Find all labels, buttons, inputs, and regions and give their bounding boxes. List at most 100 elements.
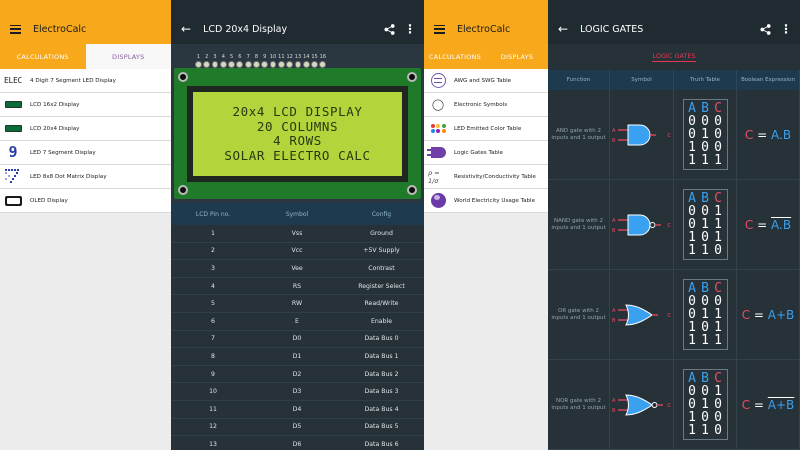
pin-number: 7: [211, 335, 215, 343]
list-item-label: LED 8x8 Dot Matrix Display: [30, 173, 107, 180]
menu-icon[interactable]: [434, 24, 445, 34]
bool-equals: =: [757, 217, 768, 232]
gate-row: NAND gate with 2 inputs and 1 output A B C A…: [548, 180, 800, 270]
pin-number: 1: [211, 229, 215, 237]
back-arrow-icon[interactable]: ←: [181, 22, 191, 36]
oled-icon: [4, 195, 22, 206]
pin-number: 3: [211, 264, 215, 272]
bool-output: C: [744, 127, 754, 142]
pin-symbol: D1: [292, 352, 302, 360]
list-item-led-color[interactable]: LED Emitted Color Table: [424, 117, 548, 141]
boolean-expression: C = A+B: [742, 308, 795, 322]
col-pin-no: LCD Pin no.: [195, 210, 231, 218]
input-a-label: A: [612, 218, 616, 224]
pin-config: Data Bus 4: [364, 405, 399, 413]
table-row: 10 D3 Data Bus 3: [171, 383, 424, 401]
bool-output: C: [741, 397, 751, 412]
pin-hole: [195, 61, 202, 68]
input-b-label: B: [612, 318, 616, 324]
pin-symbol: D0: [292, 335, 302, 343]
list-item-dot-matrix[interactable]: LED 8x8 Dot Matrix Display: [0, 165, 171, 189]
pin-label: 4: [221, 54, 225, 60]
bool-output: C: [741, 307, 751, 322]
pin-hole: [219, 61, 227, 68]
tab-calculations[interactable]: CALCULATIONS: [0, 44, 86, 69]
mount-hole: [407, 185, 417, 195]
pin-hole: [236, 61, 244, 68]
bool-expr: A.B: [771, 217, 792, 232]
status-bar: [424, 0, 548, 14]
list-item-label: Resistivity/Conductivity Table: [454, 173, 536, 180]
tab-displays[interactable]: DISPLAYS: [85, 44, 171, 69]
resistivity-icon: ρ = 1/σ: [428, 168, 440, 185]
table-row: 9 D2 Data Bus 2: [171, 366, 424, 384]
list-item-lcd20x4[interactable]: LCD 20x4 Display: [0, 117, 171, 141]
output-c-label: C: [667, 133, 672, 139]
input-a-label: A: [612, 308, 616, 314]
share-icon[interactable]: [384, 23, 395, 35]
truth-table: ABC000010100111: [682, 99, 728, 170]
list-item-4digit[interactable]: ELEC 4 Digit 7 Segment LED Display: [0, 69, 171, 93]
truth-table: ABC000011101111: [682, 279, 728, 350]
list-item-logic-gates[interactable]: Logic Gates Table: [424, 141, 548, 165]
bool-equals: =: [753, 397, 764, 412]
pin-label: 2: [205, 54, 209, 60]
list-item-oled[interactable]: OLED Display: [0, 189, 171, 213]
share-icon[interactable]: [760, 23, 771, 35]
pin-number: 5: [211, 300, 215, 308]
tab-calculations[interactable]: CALCULATIONS: [424, 44, 486, 69]
list-item-label: World Electricity Usage Table: [454, 197, 536, 204]
pin-table: 1 Vss Ground 2 Vcc +5V Supply 3 Vee Contrast 4 RS R…: [171, 225, 424, 450]
pin-config: Register Select: [358, 282, 405, 290]
globe-icon: [430, 193, 446, 208]
gate-row: AND gate with 2 inputs and 1 output A B C A B…: [548, 90, 800, 180]
tab-bar: CALCULATIONS DISPLAYS: [424, 44, 548, 69]
output-c-label: C: [667, 223, 672, 229]
pin-symbol: D5: [292, 423, 302, 431]
pin-symbol: RS: [292, 282, 302, 290]
tab-displays[interactable]: DISPLAYS: [486, 44, 548, 69]
pin-hole: [203, 61, 211, 68]
pin-hole: [277, 61, 285, 68]
pin-label: 5: [229, 54, 234, 60]
screen-title: LCD 20x4 Display: [203, 23, 288, 35]
truth-cell: 1: [701, 423, 709, 438]
pin-hole: [211, 61, 219, 68]
list-item-lcd16x2[interactable]: LCD 16x2 Display: [0, 93, 171, 117]
pin-config: Data Bus 0: [364, 335, 399, 343]
table-row: 7 D0 Data Bus 0: [171, 331, 424, 349]
back-arrow-icon[interactable]: ←: [558, 22, 568, 36]
boolean-expression: C = A.B: [745, 128, 791, 142]
list-item-electronic-symbols[interactable]: ◯ Electronic Symbols: [424, 93, 548, 117]
app-bar: ElectroCalc: [424, 14, 548, 44]
bool-expr: A+B: [767, 307, 795, 322]
table-row: 11 D4 Data Bus 4: [171, 401, 424, 419]
lcd-screen: 20x4 LCD DISPLAY 20 COLUMNS 4 ROWS SOLAR…: [193, 92, 402, 176]
boolean-expression: C = A.B: [745, 218, 791, 232]
bool-output: C: [744, 217, 754, 232]
input-b-label: B: [612, 228, 616, 234]
more-options-icon[interactable]: ⋮: [404, 23, 416, 35]
list-item-7segment[interactable]: 9 LED 7 Segment Display: [0, 141, 171, 165]
list-item-label: OLED Display: [30, 197, 68, 204]
gate-function: AND gate with 2 inputs and 1 output: [551, 127, 606, 141]
more-options-icon[interactable]: ⋮: [780, 23, 792, 35]
list-item-world-electricity[interactable]: World Electricity Usage Table: [424, 189, 548, 213]
pin-config: Data Bus 3: [364, 388, 399, 396]
tables-list: AWG and SWG Table ◯ Electronic Symbols L…: [424, 69, 548, 213]
gate-symbol-icon: [617, 124, 656, 145]
truth-table: ABC001010100110: [682, 369, 728, 440]
lcd-small-icon: [4, 101, 22, 108]
status-bar: [171, 0, 424, 14]
pin-symbol: D2: [292, 370, 302, 378]
table-row: 4 RS Register Select: [171, 278, 424, 296]
output-c-label: C: [667, 403, 672, 409]
pin-label: 12: [286, 54, 293, 60]
table-row: 6 E Enable: [171, 313, 424, 331]
table-row: 5 RW Read/Write: [171, 295, 424, 313]
truth-cell: 1: [701, 243, 709, 258]
list-item-awg-swg[interactable]: AWG and SWG Table: [424, 69, 548, 93]
gate-function: NAND gate with 2 inputs and 1 output: [551, 217, 606, 231]
menu-icon[interactable]: [10, 24, 21, 34]
list-item-resistivity[interactable]: ρ = 1/σ Resistivity/Conductivity Table: [424, 165, 548, 189]
